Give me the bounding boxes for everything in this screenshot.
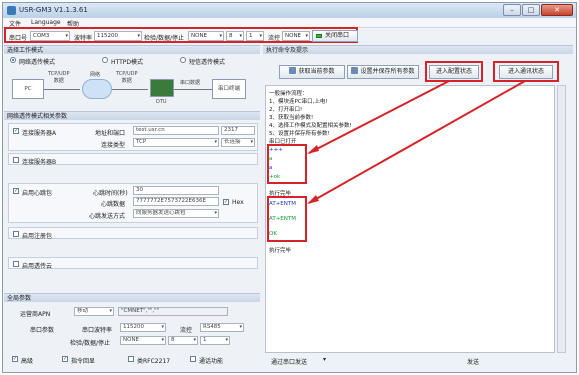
stopbits-select[interactable]: 1 ▾: [246, 31, 264, 41]
tcp-left-label: TCP/UDP 数据: [48, 71, 70, 84]
heartbeat-mode-label: 心跳发送方式: [89, 213, 126, 220]
mode-radio-sms[interactable]: [180, 57, 186, 63]
addr-label: 地址和端口: [95, 130, 126, 137]
conn-type-label: 连接类型: [101, 142, 126, 149]
heartbeat-box: ✓ 启用心跳包 心跳时间(秒) 30 心跳数据 7777772E7573722E…: [8, 183, 258, 223]
mode-radio-net[interactable]: [10, 57, 16, 63]
net-params-title: 网络透传模式相关参数: [4, 111, 260, 120]
server-a-checkbox[interactable]: ✓: [13, 128, 19, 134]
mode-radio-httpd[interactable]: [102, 57, 108, 63]
hex-label: Hex: [232, 199, 244, 206]
minimize-button[interactable]: –: [503, 4, 521, 16]
rfc-checkbox[interactable]: [128, 356, 134, 362]
heartbeat-label: 启用心跳包: [22, 190, 53, 197]
port-label: 串口号: [9, 35, 28, 42]
dtu-label: DTU: [156, 99, 167, 105]
global-params-title: 全局参数: [4, 293, 260, 302]
window-title: USR-GM3 V1.1.3.61: [19, 6, 88, 14]
parity-select[interactable]: NONE ▾: [188, 31, 224, 41]
apn-select[interactable]: 移动 ▾: [74, 307, 114, 316]
serial-device-node: 串口终端: [212, 79, 246, 99]
usr-cloud-box: 启用透传云: [8, 257, 258, 270]
heartbeat-time-input[interactable]: 30: [133, 186, 219, 195]
left-panel: 选择工作模式 网络透传模式 HTTPD模式 短信透传模式 PC TCP/UDP …: [4, 45, 260, 369]
close-port-button[interactable]: 关闭串口: [312, 30, 358, 42]
work-mode-title: 选择工作模式: [4, 45, 260, 54]
global-stopbits-select[interactable]: 1 ▾: [200, 336, 230, 345]
dtu-device-line: [174, 89, 212, 90]
maximize-button[interactable]: □: [522, 4, 540, 16]
network-label: 网络: [90, 72, 101, 78]
conn-mode-select[interactable]: 长连接 ▾: [221, 138, 255, 147]
global-baud-label: 串口波特率: [82, 327, 113, 334]
annotation-arrows: [307, 80, 526, 204]
flow-label: 流控: [268, 35, 281, 42]
global-parity-label: 检验/数据/停止: [70, 340, 111, 347]
heartbeat-checkbox[interactable]: ✓: [13, 188, 19, 194]
tcp-right-label: TCP/UDP 数据: [116, 71, 138, 84]
advanced-checkbox[interactable]: ✓: [12, 356, 18, 362]
right-panel: 执行命令及提示 获取当前参数 设置并保存所有参数 进入配置状态 进入通讯状态 一…: [263, 45, 573, 369]
serial-data-label: 串口数据: [180, 80, 201, 86]
mode-label-net: 网络透传模式: [19, 59, 56, 66]
status-led-icon: [316, 34, 322, 38]
rfc-label: 类RFC2217: [137, 358, 171, 365]
heartbeat-data-label: 心跳数据: [101, 201, 126, 208]
send-via-serial-label: 通过串口发送: [271, 359, 308, 366]
global-flow-label: 流控: [180, 327, 193, 334]
baud-label: 波特率: [74, 35, 93, 42]
global-databits-select[interactable]: 8 ▾: [168, 336, 198, 345]
register-checkbox[interactable]: [13, 231, 19, 237]
network-dtu-line: [112, 89, 148, 90]
heartbeat-time-label: 心跳时间(秒): [93, 190, 128, 197]
hex-checkbox[interactable]: ✓: [223, 199, 229, 205]
usr-cloud-label: 启用透传云: [22, 263, 53, 270]
usr-cloud-checkbox[interactable]: [13, 261, 19, 267]
conn-type-select[interactable]: TCP ▾: [133, 138, 219, 147]
server-a-label: 连接服务器A: [22, 130, 57, 137]
mode-label-sms: 短信透传模式: [189, 59, 226, 66]
apn-label: 运营商APN: [20, 311, 51, 318]
pc-node: PC: [12, 79, 44, 99]
parity-label: 检验/数据/停止: [144, 35, 185, 42]
baud-select[interactable]: 115200 ▾: [94, 31, 142, 41]
server-b-box: 连接服务器B: [8, 153, 258, 166]
advanced-label: 高级: [21, 358, 34, 365]
databits-select[interactable]: 8 ▾: [226, 31, 244, 41]
echo-checkbox[interactable]: ✓: [62, 356, 68, 362]
global-parity-select[interactable]: NONE ▾: [120, 336, 166, 345]
flow-select[interactable]: NONE ▾: [282, 31, 310, 41]
network-cloud-icon: [82, 79, 112, 99]
port-select[interactable]: COM3 ▾: [30, 31, 70, 41]
addr-input[interactable]: test.usr.cn: [133, 126, 219, 135]
global-baud-select[interactable]: 115200 ▾: [120, 323, 166, 332]
serial-params-label: 串口参数: [30, 327, 55, 334]
pc-network-line: [44, 89, 80, 90]
app-icon: [7, 6, 16, 15]
echo-label: 指令回显: [71, 358, 96, 365]
register-box: 启用注册包: [8, 227, 258, 240]
global-flow-select[interactable]: RS485 ▾: [200, 323, 244, 332]
register-label: 启用注册包: [22, 233, 53, 240]
serial-toolbar: 串口号 COM3 ▾ 波特率 115200 ▾ 检验/数据/停止 NONE ▾ 8 ▾ …: [4, 27, 358, 43]
title-bar: USR-GM3 V1.1.3.61 – □ ✕: [3, 3, 576, 18]
call-label: 通话功能: [199, 358, 224, 365]
port-input[interactable]: 2317: [221, 126, 255, 135]
server-b-label: 连接服务器B: [22, 159, 57, 166]
call-checkbox[interactable]: [190, 356, 196, 362]
mode-label-httpd: HTTPD模式: [111, 59, 143, 66]
apn-string-input[interactable]: "CMNET","","": [118, 307, 228, 316]
send-mode-chevron-icon[interactable]: ▾: [323, 356, 326, 363]
server-b-checkbox[interactable]: [13, 157, 19, 163]
send-button[interactable]: 发送: [467, 357, 479, 366]
dtu-node: [150, 79, 174, 97]
menu-language[interactable]: Language: [31, 19, 61, 26]
heartbeat-mode-select[interactable]: 向服务器发送心跳包 ▾: [133, 209, 219, 218]
server-a-box: ✓ 连接服务器A 地址和端口 test.usr.cn 2317 连接类型 TCP…: [8, 123, 258, 151]
close-button[interactable]: ✕: [541, 4, 573, 16]
heartbeat-data-input[interactable]: 7777772E7573722E636E: [133, 197, 219, 206]
